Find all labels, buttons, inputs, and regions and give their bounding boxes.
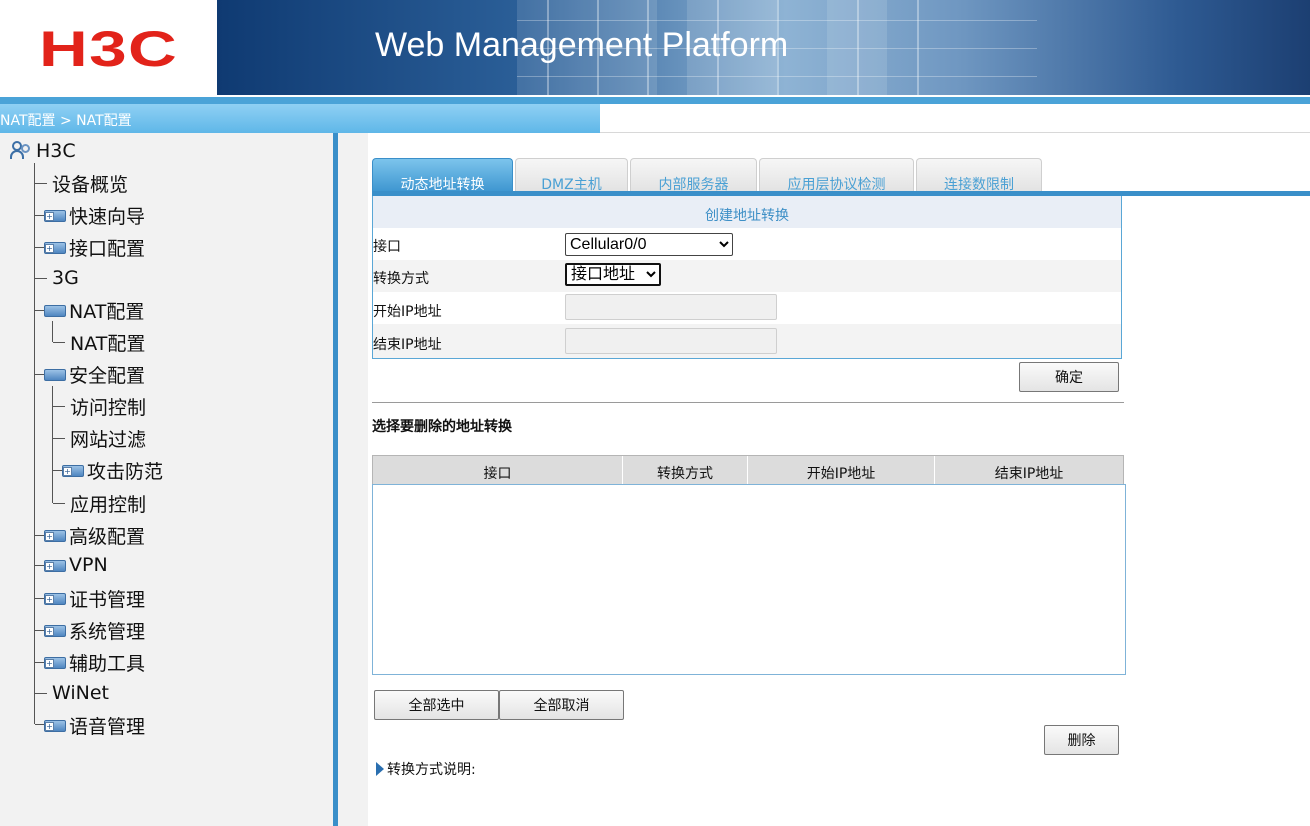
sidebar-item-system-management[interactable]: + 系统管理 [43,616,145,644]
tab-connection-limit[interactable]: 连接数限制 [916,158,1042,193]
select-all-button[interactable]: 全部选中 [374,690,499,720]
end-ip-label: 结束IP地址 [373,337,442,353]
create-form-title: 创建地址转换 [373,196,1121,228]
confirm-button[interactable]: 确定 [1019,362,1119,392]
folder-plus-icon: + [43,655,67,670]
folder-plus-icon: + [43,240,67,255]
sidebar-item-quick-wizard[interactable]: + 快速向导 [43,201,145,229]
mode-label: 转换方式 [373,271,429,287]
sidebar-item-3g[interactable]: 3G [50,264,79,292]
interface-row: 接口 Cellular0/0 [373,228,1121,260]
sidebar-item-nat-config-sub[interactable]: NAT配置 [68,328,145,356]
breadcrumb: NAT配置 > NAT配置 [0,104,600,133]
mode-explanation-label: 转换方式说明: [387,762,476,778]
expand-triangle-icon [376,762,384,776]
logo: H3C [0,0,217,97]
start-ip-row: 开始IP地址 [373,292,1121,324]
sidebar-item-nat-config[interactable]: NAT配置 [43,296,144,324]
folder-plus-icon: + [43,528,67,543]
folder-plus-icon: + [61,463,85,478]
mode-select[interactable]: 接口地址 [565,263,661,286]
interface-select[interactable]: Cellular0/0 [565,233,733,256]
breadcrumb-row: NAT配置 > NAT配置 [0,97,1310,133]
end-ip-row: 结束IP地址 [373,324,1121,358]
breadcrumb-text: NAT配置 > NAT配置 [0,113,132,129]
sidebar-item-interface-config[interactable]: + 接口配置 [43,233,145,261]
column-interface: 接口 [373,456,623,484]
folder-plus-icon: + [43,623,67,638]
sidebar-item-device-overview[interactable]: 设备概览 [50,169,128,197]
mode-explanation-toggle[interactable]: 转换方式说明: [376,759,476,779]
users-icon [10,140,34,162]
sidebar-item-voice-management[interactable]: + 语音管理 [43,711,145,739]
column-end-ip: 结束IP地址 [994,466,1064,482]
sidebar-item-advanced-config[interactable]: + 高级配置 [43,521,145,549]
header-banner: Web Management Platform [217,0,1310,95]
tab-dmz-host[interactable]: DMZ主机 [515,158,628,193]
folder-plus-icon: + [43,718,67,733]
delete-section-title: 选择要删除的地址转换 [372,419,512,435]
divider [372,402,1124,403]
folder-plus-icon: + [43,558,67,573]
end-ip-input[interactable] [565,328,777,354]
tab-internal-server[interactable]: 内部服务器 [630,158,757,193]
folder-plus-icon: + [43,591,67,606]
nat-table-body[interactable] [372,484,1126,675]
header: H3C Web Management Platform [0,0,1310,97]
column-mode: 转换方式 [623,456,748,484]
interface-label: 接口 [373,239,401,255]
sidebar-item-access-control[interactable]: 访问控制 [68,392,146,420]
start-ip-label: 开始IP地址 [373,304,442,320]
sidebar-item-web-filter[interactable]: 网站过滤 [68,424,146,452]
sidebar-item-tools[interactable]: + 辅助工具 [43,648,145,676]
create-nat-form: 创建地址转换 接口 Cellular0/0 转换方式 接口地址 开始IP地址 结… [372,196,1122,359]
column-start-ip: 开始IP地址 [748,456,935,484]
folder-plus-icon: + [43,208,67,223]
tab-alg-detection[interactable]: 应用层协议检测 [759,158,914,193]
folder-open-icon [43,367,67,382]
logo-text: H3C [38,20,179,77]
mode-row: 转换方式 接口地址 [373,260,1121,292]
sidebar-item-app-control[interactable]: 应用控制 [68,489,146,517]
nat-table-header: 接口 转换方式 开始IP地址 结束IP地址 [372,455,1124,485]
sidebar-item-attack-defense[interactable]: + 攻击防范 [61,456,163,484]
sidebar-item-winet[interactable]: WiNet [50,679,109,707]
sidebar-root-h3c[interactable]: H3C [10,137,76,165]
deselect-all-button[interactable]: 全部取消 [499,690,624,720]
folder-open-icon [43,303,67,318]
start-ip-input[interactable] [565,294,777,320]
tab-dynamic-nat[interactable]: 动态地址转换 [372,158,513,193]
tab-bar: 动态地址转换 DMZ主机 内部服务器 应用层协议检测 连接数限制 [372,157,1310,194]
sidebar-item-vpn[interactable]: + VPN [43,551,108,579]
sidebar-item-security-config[interactable]: 安全配置 [43,360,145,388]
delete-button[interactable]: 删除 [1044,725,1119,755]
platform-title: Web Management Platform [375,26,789,64]
sidebar-item-cert-management[interactable]: + 证书管理 [43,584,145,612]
